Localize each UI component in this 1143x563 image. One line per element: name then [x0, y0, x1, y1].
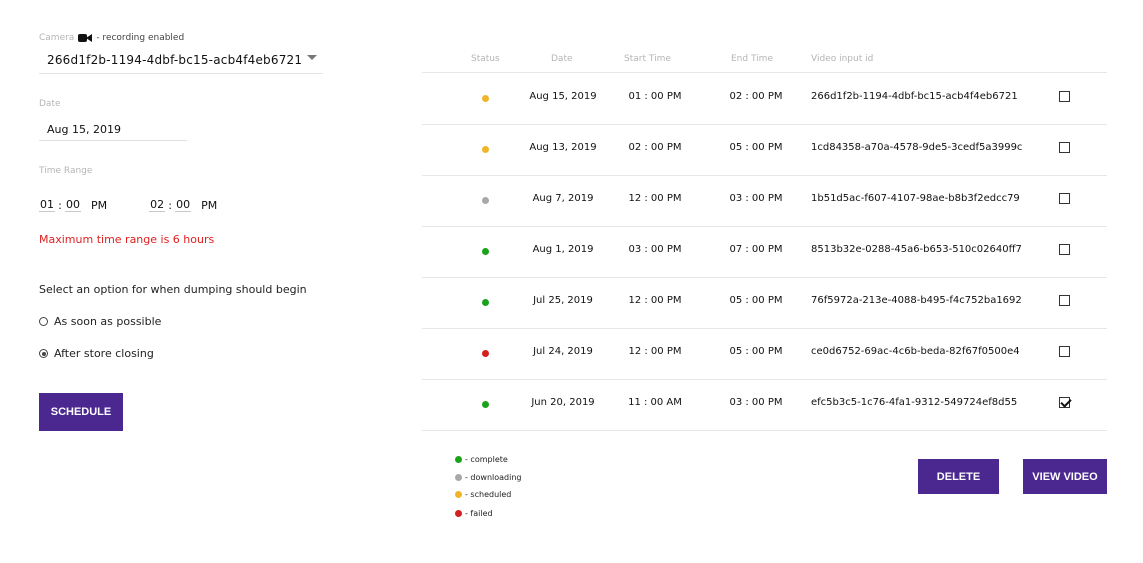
end-hour-input[interactable]: 02 — [149, 198, 166, 212]
row-date: Aug 15, 2019 — [529, 91, 597, 102]
row-checkbox[interactable] — [1059, 295, 1070, 306]
header-video-input-id: Video input id — [811, 54, 874, 64]
row-end-time: 03 : 00 PM — [729, 193, 783, 204]
table-row[interactable]: Aug 13, 2019 02 : 00 PM 05 : 00 PM 1cd84358… — [422, 124, 1107, 176]
time-range-warning: Maximum time range is 6 hours — [39, 233, 215, 246]
table-row[interactable]: Jul 25, 2019 12 : 00 PM 05 : 00 PM 76f5972a… — [422, 277, 1107, 329]
row-checkbox[interactable] — [1059, 91, 1070, 102]
camera-select[interactable]: 266d1f2b-1194-4dbf-bc15-acb4f4eb6721 — [39, 49, 323, 74]
radio-after-closing[interactable] — [39, 349, 48, 358]
legend-item-complete: - complete — [455, 455, 508, 464]
chevron-down-icon[interactable] — [307, 55, 317, 60]
camera-select-value: 266d1f2b-1194-4dbf-bc15-acb4f4eb6721 — [47, 53, 303, 67]
row-start-time: 11 : 00 AM — [628, 397, 682, 408]
row-video-input-id: efc5b3c5-1c76-4fa1-9312-549724ef8d55 — [811, 397, 1018, 408]
legend-dot — [455, 456, 462, 463]
end-minute-input[interactable]: 00 — [175, 198, 192, 212]
row-end-time: 05 : 00 PM — [729, 295, 783, 306]
table-row[interactable]: Aug 1, 2019 03 : 00 PM 07 : 00 PM 8513b32e-… — [422, 226, 1107, 278]
table-row[interactable]: Aug 15, 2019 01 : 00 PM 02 : 00 PM 266d1f2b… — [422, 73, 1107, 125]
start-hour-input[interactable]: 01 — [39, 198, 55, 212]
radio-option-after-closing[interactable]: After store closing — [39, 347, 154, 360]
radio-asap-label: As soon as possible — [54, 315, 162, 328]
legend-item-downloading: - downloading — [455, 473, 521, 482]
end-ampm[interactable]: PM — [201, 199, 217, 212]
row-checkbox[interactable] — [1059, 346, 1070, 357]
row-checkbox[interactable] — [1059, 244, 1070, 255]
table-row[interactable]: Aug 7, 2019 12 : 00 PM 03 : 00 PM 1b51d5ac-… — [422, 175, 1107, 227]
header-date: Date — [551, 54, 573, 64]
video-camera-icon — [78, 33, 93, 43]
header-end-time: End Time — [731, 54, 773, 64]
date-value: Aug 15, 2019 — [47, 123, 121, 136]
row-video-input-id: 1b51d5ac-f607-4107-98ae-b8b3f2edcc79 — [811, 193, 1020, 204]
status-dot — [482, 95, 489, 102]
row-date: Jul 25, 2019 — [533, 295, 593, 306]
row-date: Jun 20, 2019 — [531, 397, 595, 408]
row-date: Aug 1, 2019 — [532, 244, 594, 255]
row-start-time: 12 : 00 PM — [628, 295, 682, 306]
row-end-time: 05 : 00 PM — [729, 346, 783, 357]
row-checkbox[interactable] — [1059, 193, 1070, 204]
legend-item-scheduled: - scheduled — [455, 490, 511, 499]
date-field[interactable]: Aug 15, 2019 — [39, 120, 187, 141]
camera-label-row: Camera - recording enabled — [39, 33, 184, 43]
row-video-input-id: ce0d6752-69ac-4c6b-beda-82f67f0500e4 — [811, 346, 1020, 357]
status-dot — [482, 197, 489, 204]
row-start-time: 12 : 00 PM — [628, 193, 682, 204]
row-end-time: 02 : 00 PM — [729, 91, 783, 102]
view-video-button[interactable]: VIEW VIDEO — [1023, 459, 1107, 494]
legend-label: - downloading — [465, 473, 522, 482]
legend-label: - failed — [465, 509, 493, 518]
start-time-colon: : — [58, 198, 62, 212]
row-checkbox[interactable] — [1059, 397, 1070, 408]
legend-label: - scheduled — [465, 490, 512, 499]
time-range-inputs: 01 : 00 PM 02 : 00 PM — [39, 198, 217, 212]
status-dot — [482, 146, 489, 153]
legend-dot — [455, 491, 462, 498]
delete-button[interactable]: DELETE — [918, 459, 999, 494]
row-video-input-id: 8513b32e-0288-45a6-b653-510c02640ff7 — [811, 244, 1022, 255]
legend-dot — [455, 510, 462, 517]
legend-dot — [455, 474, 462, 481]
row-video-input-id: 76f5972a-213e-4088-b495-f4c752ba1692 — [811, 295, 1022, 306]
header-status: Status — [471, 54, 500, 64]
row-video-input-id: 1cd84358-a70a-4578-9de5-3cedf5a3999c — [811, 142, 1023, 153]
date-label: Date — [39, 99, 61, 109]
start-ampm[interactable]: PM — [91, 199, 107, 212]
time-range-label: Time Range — [39, 166, 93, 176]
camera-label: Camera — [39, 33, 75, 43]
row-end-time: 03 : 00 PM — [729, 397, 783, 408]
row-checkbox[interactable] — [1059, 142, 1070, 153]
start-minute-input[interactable]: 00 — [65, 198, 81, 212]
row-date: Aug 13, 2019 — [529, 142, 597, 153]
row-end-time: 07 : 00 PM — [729, 244, 783, 255]
status-dot — [482, 401, 489, 408]
row-start-time: 12 : 00 PM — [628, 346, 682, 357]
row-video-input-id: 266d1f2b-1194-4dbf-bc15-acb4f4eb6721 — [811, 91, 1018, 102]
row-date: Jul 24, 2019 — [533, 346, 593, 357]
status-dot — [482, 299, 489, 306]
table-row[interactable]: Jul 24, 2019 12 : 00 PM 05 : 00 PM ce0d6752… — [422, 328, 1107, 380]
legend-label: - complete — [465, 455, 508, 464]
legend-item-failed: - failed — [455, 509, 493, 518]
status-dot — [482, 350, 489, 357]
header-start-time: Start Time — [624, 54, 671, 64]
row-date: Aug 7, 2019 — [532, 193, 594, 204]
row-start-time: 02 : 00 PM — [628, 142, 682, 153]
table-row[interactable]: Jun 20, 2019 11 : 00 AM 03 : 00 PM efc5b3c5… — [422, 379, 1107, 431]
row-end-time: 05 : 00 PM — [729, 142, 783, 153]
radio-asap[interactable] — [39, 317, 48, 326]
status-dot — [482, 248, 489, 255]
dump-question: Select an option for when dumping should… — [39, 283, 307, 296]
radio-option-asap[interactable]: As soon as possible — [39, 315, 161, 328]
radio-after-closing-label: After store closing — [54, 347, 154, 360]
row-start-time: 03 : 00 PM — [628, 244, 682, 255]
end-time-colon: : — [168, 198, 172, 212]
recording-enabled-text: - recording enabled — [96, 33, 185, 43]
row-start-time: 01 : 00 PM — [628, 91, 682, 102]
schedule-button[interactable]: SCHEDULE — [39, 393, 123, 431]
